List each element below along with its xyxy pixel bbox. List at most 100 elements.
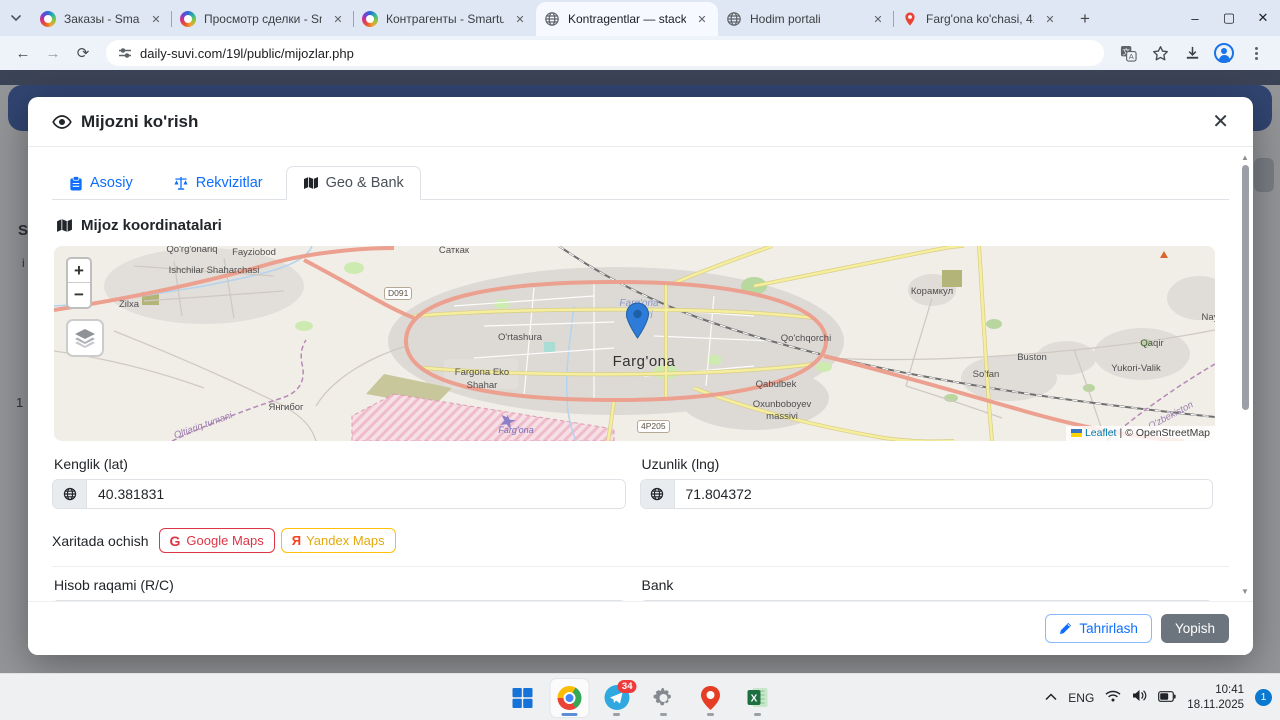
tab-title: Farg'ona ko'chasi, 417 — Y — [926, 12, 1034, 26]
scrollbar-thumb[interactable] — [1241, 165, 1249, 410]
settings-taskbar-icon[interactable] — [645, 679, 683, 717]
forward-button[interactable]: → — [40, 40, 66, 66]
modal-body: Asosiy Rekvizitlar Geo & Bank Mijoz koor… — [28, 147, 1253, 601]
zoom-out-button[interactable]: − — [68, 283, 90, 307]
translate-icon[interactable]: 文A — [1114, 40, 1142, 66]
chrome-taskbar-icon[interactable] — [550, 678, 589, 717]
window-minimize-button[interactable]: – — [1178, 0, 1212, 36]
map-pin-favicon-icon — [902, 11, 918, 27]
toolbar-actions: 文A — [1114, 40, 1270, 66]
zoom-in-button[interactable]: + — [68, 259, 90, 283]
battery-icon[interactable] — [1158, 689, 1176, 707]
tab-close-icon[interactable]: ✕ — [1042, 11, 1058, 27]
map-label: Oxunboboyev — [753, 399, 812, 410]
tab-rekvizitlar[interactable]: Rekvizitlar — [156, 166, 280, 200]
address-bar[interactable]: daily-suvi.com/19l/public/mijozlar.php — [106, 40, 1104, 66]
modal-tabs: Asosiy Rekvizitlar Geo & Bank — [52, 165, 1229, 200]
bookmark-star-icon[interactable] — [1146, 40, 1174, 66]
tab-title: Заказы - Smartup — [64, 12, 140, 26]
window-close-button[interactable]: ✕ — [1246, 0, 1280, 36]
map-icon — [303, 177, 318, 189]
globe-favicon-icon — [726, 11, 742, 27]
bank-row: Hisob raqami (R/C) Bank — [52, 577, 1229, 601]
modal-scrollbar[interactable]: ▲ ▼ — [1239, 151, 1251, 597]
browser-tab[interactable]: Просмотр сделки - Smart ✕ — [171, 2, 354, 36]
browser-tab-strip: Заказы - Smartup ✕ Просмотр сделки - Sma… — [0, 0, 1280, 36]
bank-label: Bank — [641, 577, 674, 593]
svg-text:X: X — [750, 694, 757, 705]
bank-input-group — [639, 600, 1213, 601]
eye-icon — [52, 114, 72, 129]
start-button[interactable] — [504, 679, 542, 717]
modal-close-icon[interactable]: ✕ — [1212, 112, 1229, 132]
map-marker-icon[interactable] — [625, 302, 650, 339]
google-maps-button[interactable]: G Google Maps — [158, 528, 275, 553]
globe-favicon-icon — [544, 11, 560, 27]
browser-tab[interactable]: Farg'ona ko'chasi, 417 — Y ✕ — [893, 2, 1066, 36]
tab-close-icon[interactable]: ✕ — [512, 11, 528, 27]
excel-taskbar-icon[interactable]: X — [739, 679, 777, 717]
map-label: Shahar — [467, 380, 498, 391]
leaflet-link[interactable]: Leaflet — [1085, 427, 1117, 439]
map-tiles: Qo'rg'onariq Fayziobod Саткак Ishchilar Sha… — [54, 246, 1215, 441]
telegram-badge: 34 — [617, 679, 637, 693]
smartup-favicon-icon — [362, 11, 378, 27]
site-info-icon[interactable] — [118, 46, 132, 60]
lat-input[interactable] — [87, 480, 625, 508]
tray-chevron-icon[interactable] — [1045, 692, 1057, 704]
map-label: Fayziobod — [232, 247, 276, 258]
yandex-maps-taskbar-icon[interactable] — [692, 679, 730, 717]
browser-tab[interactable]: Заказы - Smartup ✕ — [32, 2, 172, 36]
new-tab-button[interactable]: + — [1072, 6, 1098, 32]
tab-close-icon[interactable]: ✕ — [870, 11, 886, 27]
tab-title: Kontragentlar — stacked n — [568, 12, 686, 26]
language-indicator[interactable]: ENG — [1068, 691, 1094, 705]
notification-badge[interactable]: 1 — [1255, 689, 1272, 706]
layers-icon — [75, 329, 95, 348]
url-text: daily-suvi.com/19l/public/mijozlar.php — [140, 45, 354, 61]
section-title-coordinates: Mijoz koordinatalari — [56, 217, 1229, 234]
tab-close-icon[interactable]: ✕ — [694, 11, 710, 27]
telegram-taskbar-icon[interactable]: 34 — [598, 679, 637, 717]
menu-dots-icon[interactable] — [1242, 40, 1270, 66]
flag-icon — [1070, 429, 1082, 437]
browser-tab-active[interactable]: Kontragentlar — stacked n ✕ — [536, 2, 718, 36]
profile-avatar-icon[interactable] — [1210, 40, 1238, 66]
modal-footer: Tahrirlash Yopish — [28, 601, 1253, 655]
globe-icon — [53, 480, 87, 508]
lat-input-group — [52, 479, 626, 509]
wifi-icon[interactable] — [1105, 689, 1121, 707]
tab-title: Просмотр сделки - Smart — [204, 12, 322, 26]
osm-link[interactable]: © OpenStreetMap — [1125, 427, 1210, 439]
screen: Заказы - Smartup ✕ Просмотр сделки - Sma… — [0, 0, 1280, 720]
map-label: massivi — [766, 411, 798, 422]
road-shield: 4P205 — [637, 420, 670, 433]
tab-close-icon[interactable]: ✕ — [330, 11, 346, 27]
map-attribution: Leaflet | © OpenStreetMap — [1065, 426, 1215, 441]
volume-icon[interactable] — [1132, 689, 1147, 707]
download-icon[interactable] — [1178, 40, 1206, 66]
scroll-up-arrow[interactable]: ▲ — [1239, 151, 1251, 163]
lng-input[interactable] — [674, 480, 1212, 508]
browser-tab[interactable]: Контрагенты - Smartup ✕ — [353, 2, 536, 36]
tab-geo-bank[interactable]: Geo & Bank — [285, 166, 421, 200]
road-shield: D091 — [384, 287, 413, 300]
reload-button[interactable]: ⟳ — [70, 40, 96, 66]
browser-tab[interactable]: Hodim portali ✕ — [718, 2, 894, 36]
scroll-down-arrow[interactable]: ▼ — [1239, 585, 1251, 597]
tab-close-icon[interactable]: ✕ — [148, 11, 164, 27]
leaflet-map[interactable]: Qo'rg'onariq Fayziobod Саткак Ishchilar Sha… — [54, 246, 1215, 441]
yandex-maps-button[interactable]: Я Yandex Maps — [280, 528, 396, 553]
close-button[interactable]: Yopish — [1160, 614, 1229, 643]
map-label: O'rtashura — [498, 332, 543, 343]
globe-icon — [640, 480, 675, 508]
tab-asosiy[interactable]: Asosiy — [52, 166, 150, 200]
scales-icon — [174, 176, 188, 190]
map-layers-button[interactable] — [66, 319, 104, 357]
window-maximize-button[interactable]: ▢ — [1212, 0, 1246, 36]
tab-title: Hodim portali — [750, 12, 821, 26]
tab-search-icon[interactable] — [2, 4, 30, 32]
edit-button[interactable]: Tahrirlash — [1045, 614, 1152, 643]
back-button[interactable]: ← — [10, 40, 36, 66]
clock[interactable]: 10:41 18.11.2025 — [1187, 683, 1244, 712]
